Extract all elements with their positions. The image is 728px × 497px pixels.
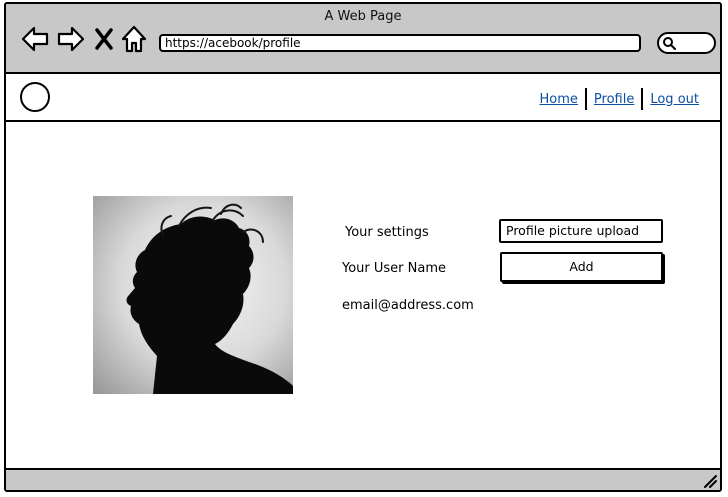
add-button[interactable]: Add (500, 252, 663, 282)
username-label: Your User Name (342, 261, 446, 276)
settings-label: Your settings (345, 225, 429, 240)
url-input[interactable] (159, 34, 641, 52)
window-title: A Web Page (324, 9, 402, 24)
site-header: Home Profile Log out (6, 74, 720, 122)
search-icon (663, 37, 676, 50)
status-bar (6, 468, 720, 490)
nav-link-profile[interactable]: Profile (587, 92, 641, 107)
email-text: email@address.com (342, 298, 474, 313)
nav-link-home[interactable]: Home (533, 92, 585, 107)
title-bar: A Web Page (6, 4, 720, 74)
close-x-icon[interactable] (92, 24, 116, 54)
forward-arrow-icon[interactable] (56, 24, 86, 54)
profile-content: Your settings Your User Name email@addre… (6, 122, 720, 470)
profile-picture (93, 196, 293, 394)
site-logo[interactable] (20, 82, 50, 112)
browser-window: A Web Page Home Profile Log out (4, 2, 722, 492)
top-nav: Home Profile Log out (533, 88, 706, 110)
profile-picture-upload-field[interactable]: Profile picture upload (499, 219, 663, 243)
home-icon[interactable] (120, 24, 148, 54)
resize-grip-icon[interactable] (703, 474, 717, 488)
nav-link-logout[interactable]: Log out (643, 92, 706, 107)
back-arrow-icon[interactable] (20, 24, 50, 54)
search-box[interactable] (657, 32, 716, 54)
